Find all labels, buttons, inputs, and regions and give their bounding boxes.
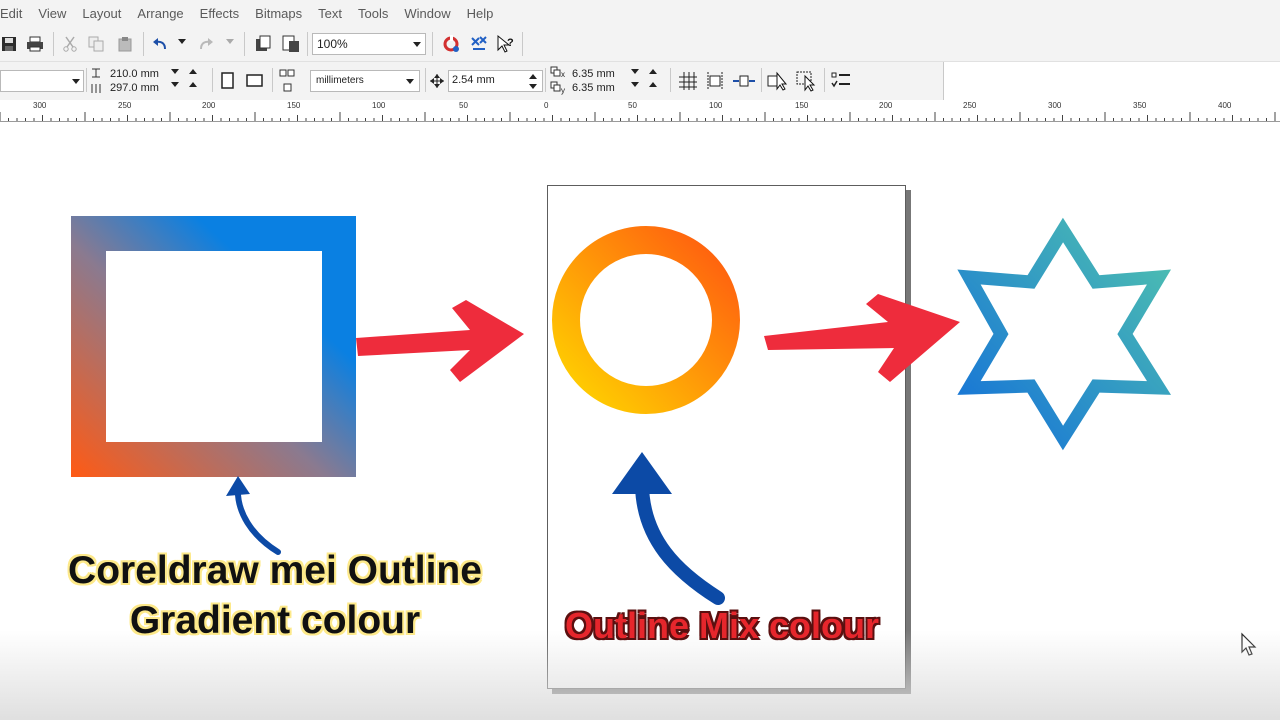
caption-left: Coreldraw mei Outline Gradient colour bbox=[20, 546, 530, 646]
blue-arrow-center bbox=[634, 471, 725, 605]
caption-left-line2: Gradient colour bbox=[129, 599, 421, 642]
gradient-star-outline[interactable] bbox=[957, 217, 1172, 451]
red-arrow-right bbox=[764, 294, 960, 382]
blue-arrow-center-head bbox=[612, 452, 672, 494]
caption-left-line1: Coreldraw mei Outline bbox=[68, 549, 482, 592]
blue-arrow-left bbox=[234, 483, 281, 555]
blue-arrow-left-head bbox=[226, 476, 250, 496]
gradient-square-outline[interactable] bbox=[71, 216, 356, 477]
mouse-cursor-icon bbox=[1241, 632, 1257, 656]
caption-center: Outline Mix colour bbox=[564, 605, 879, 646]
gradient-circle-outline[interactable] bbox=[552, 226, 740, 414]
red-arrow-left bbox=[356, 300, 524, 382]
